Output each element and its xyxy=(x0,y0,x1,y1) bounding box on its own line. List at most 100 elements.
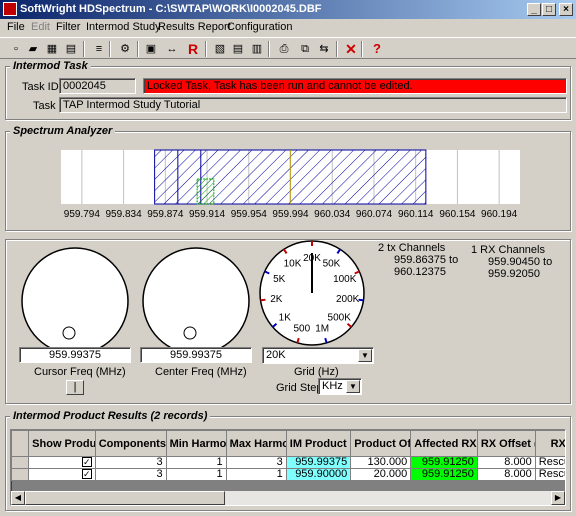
center-freq-label: Center Freq (MHz) xyxy=(155,366,247,378)
min-harmonic-cell[interactable]: 1 xyxy=(165,456,227,469)
run-icon[interactable]: R xyxy=(184,40,202,58)
menu-configuration[interactable]: Configuration xyxy=(227,21,292,33)
col-affected-rx[interactable]: Affected RX (MHz) xyxy=(410,430,478,457)
rx-desc-cell[interactable]: Rescue xyxy=(534,456,565,469)
open-folder-icon[interactable]: ▰ xyxy=(24,40,42,58)
spectrum-display[interactable]: 959.794 959.834 959.874 959.914 959.954 959.9… xyxy=(18,146,559,221)
print-icon[interactable]: ⎙ xyxy=(275,40,293,58)
product-offset-cell[interactable]: 20.000 xyxy=(350,468,412,481)
col-im-product[interactable]: IM Product (MHz) xyxy=(285,430,352,457)
affected-rx-cell[interactable]: 959.91250 xyxy=(410,468,478,481)
document-icon[interactable]: ▤ xyxy=(229,40,247,58)
print-setup-icon[interactable]: ⚙ xyxy=(116,40,134,58)
product-offset-cell[interactable]: 130.000 xyxy=(350,456,412,469)
col-components[interactable]: Components xyxy=(94,430,167,457)
grid-select[interactable]: 20K ▼ xyxy=(262,347,374,364)
task-id-field[interactable]: 0002045 xyxy=(59,78,136,94)
close-button[interactable]: × xyxy=(559,3,573,16)
col-rx-offset[interactable]: RX Offset (KHz) xyxy=(476,430,536,457)
grid-dial-tick xyxy=(296,337,300,344)
save-icon[interactable]: ▦ xyxy=(43,40,61,58)
affected-rx-cell[interactable]: 959.91250 xyxy=(410,456,478,469)
show-product-cell[interactable]: ✓ xyxy=(28,456,96,469)
col-rx-desc[interactable]: RX Desc xyxy=(534,430,565,457)
components-cell[interactable]: 3 xyxy=(94,468,167,481)
table-row[interactable]: ✓313959.99375130.000959.912508.000Rescue xyxy=(11,456,565,469)
spectrum-chart[interactable]: 959.794 959.834 959.874 959.914 959.954 959.9… xyxy=(18,146,559,221)
select-icon[interactable]: ▣ xyxy=(142,40,160,58)
title-bar[interactable]: SoftWright HDSpectrum - C:\SWTAP\WORK\I0… xyxy=(0,0,576,19)
cursor-freq-knob[interactable] xyxy=(19,245,131,357)
scroll-right-icon[interactable]: ▶ xyxy=(551,491,565,505)
spectrum-tick-label: 960.194 xyxy=(481,209,518,220)
im-product-cell[interactable]: 959.99375 xyxy=(285,456,352,469)
center-freq-input[interactable]: 959.99375 xyxy=(140,347,252,363)
delete-icon[interactable]: ✕ xyxy=(342,40,360,58)
toolbar-separator xyxy=(268,41,270,57)
report-icon[interactable]: ▧ xyxy=(211,40,229,58)
toolbar-separator xyxy=(205,41,207,57)
checkbox-icon[interactable]: ✓ xyxy=(81,457,92,467)
col-show-product[interactable]: Show Product? xyxy=(28,430,96,457)
grid-dial-label: 2K xyxy=(270,294,283,305)
col-max-harmonic[interactable]: Max Harmonic xyxy=(225,430,287,457)
copy-icon[interactable]: ⧉ xyxy=(296,40,314,58)
menu-results-report[interactable]: Results Report xyxy=(158,21,231,33)
scroll-left-icon[interactable]: ◀ xyxy=(11,491,25,505)
scroll-thumb[interactable] xyxy=(25,491,225,505)
toolbar-separator xyxy=(109,41,111,57)
components-cell[interactable]: 3 xyxy=(94,456,167,469)
document-list-icon[interactable]: ▥ xyxy=(248,40,266,58)
spectrum-tick-label: 959.954 xyxy=(231,209,268,220)
new-file-icon[interactable]: ▫ xyxy=(7,40,25,58)
grid-step-label: Grid Step xyxy=(276,382,323,394)
menu-intermod-study[interactable]: Intermod Study xyxy=(86,21,161,33)
checkbox-icon[interactable]: ✓ xyxy=(81,469,92,479)
grid-dial[interactable]: 20K50K100K200K500K1M5001K2K5K10K xyxy=(257,238,367,348)
grid-label: Grid (Hz) xyxy=(294,366,339,378)
show-product-cell[interactable]: ✓ xyxy=(28,468,96,481)
help-icon[interactable]: ? xyxy=(368,40,386,58)
col-min-harmonic[interactable]: Min Harmonic xyxy=(165,430,227,457)
max-harmonic-cell[interactable]: 1 xyxy=(225,468,287,481)
im-product-cell[interactable]: 959.90000 xyxy=(285,468,352,481)
menu-filter[interactable]: Filter xyxy=(56,21,80,33)
row-header[interactable] xyxy=(11,456,30,469)
horizontal-scrollbar[interactable]: ◀ ▶ xyxy=(11,491,565,505)
chevron-down-icon[interactable]: ▼ xyxy=(358,349,372,362)
task-id-label: Task ID: xyxy=(22,81,62,93)
chevron-down-icon[interactable]: ▼ xyxy=(346,380,360,393)
rx-offset-cell[interactable]: 8.000 xyxy=(476,456,536,469)
grid-step-select[interactable]: KHz ▼ xyxy=(318,378,362,395)
center-freq-knob[interactable] xyxy=(140,245,252,357)
move-arrows-icon[interactable]: ↔ xyxy=(163,40,181,58)
task-name-field[interactable]: TAP Intermod Study Tutorial xyxy=(59,97,567,113)
col-product-offset[interactable]: Product Offset xyxy=(350,430,412,457)
maximize-button[interactable]: □ xyxy=(542,3,556,16)
grid-dial-label: 200K xyxy=(336,294,360,305)
minimize-button[interactable]: _ xyxy=(527,3,541,16)
cursor-step-button[interactable]: | xyxy=(66,380,84,395)
grid-dial-label: 1K xyxy=(279,313,292,324)
cursor-freq-input[interactable]: 959.99375 xyxy=(19,347,131,363)
spectrum-view-icon[interactable]: ≡ xyxy=(90,40,108,58)
results-grid[interactable]: Show Product? Components Min Harmonic Ma… xyxy=(10,429,566,506)
min-harmonic-cell[interactable]: 1 xyxy=(165,468,227,481)
max-harmonic-cell[interactable]: 3 xyxy=(225,456,287,469)
toolbar-separator xyxy=(361,41,363,57)
export-icon[interactable]: ⇆ xyxy=(315,40,333,58)
menu-edit[interactable]: Edit xyxy=(31,21,50,33)
spectrum-tick-label: 959.994 xyxy=(272,209,309,220)
grid-dial-label: 500K xyxy=(328,313,352,324)
toolbar-separator xyxy=(336,41,338,57)
table-row[interactable]: ✓311959.9000020.000959.912508.000Rescue xyxy=(11,468,565,481)
save-all-icon[interactable]: ▤ xyxy=(62,40,80,58)
row-header[interactable] xyxy=(11,468,30,481)
toolbar-separator xyxy=(83,41,85,57)
menu-bar: File Edit Filter Intermod Study Results … xyxy=(0,19,576,36)
rx-desc-cell[interactable]: Rescue xyxy=(534,468,565,481)
app-icon[interactable] xyxy=(3,2,17,16)
grid-dial-label: 1M xyxy=(315,324,329,335)
menu-file[interactable]: File xyxy=(7,21,25,33)
rx-offset-cell[interactable]: 8.000 xyxy=(476,468,536,481)
